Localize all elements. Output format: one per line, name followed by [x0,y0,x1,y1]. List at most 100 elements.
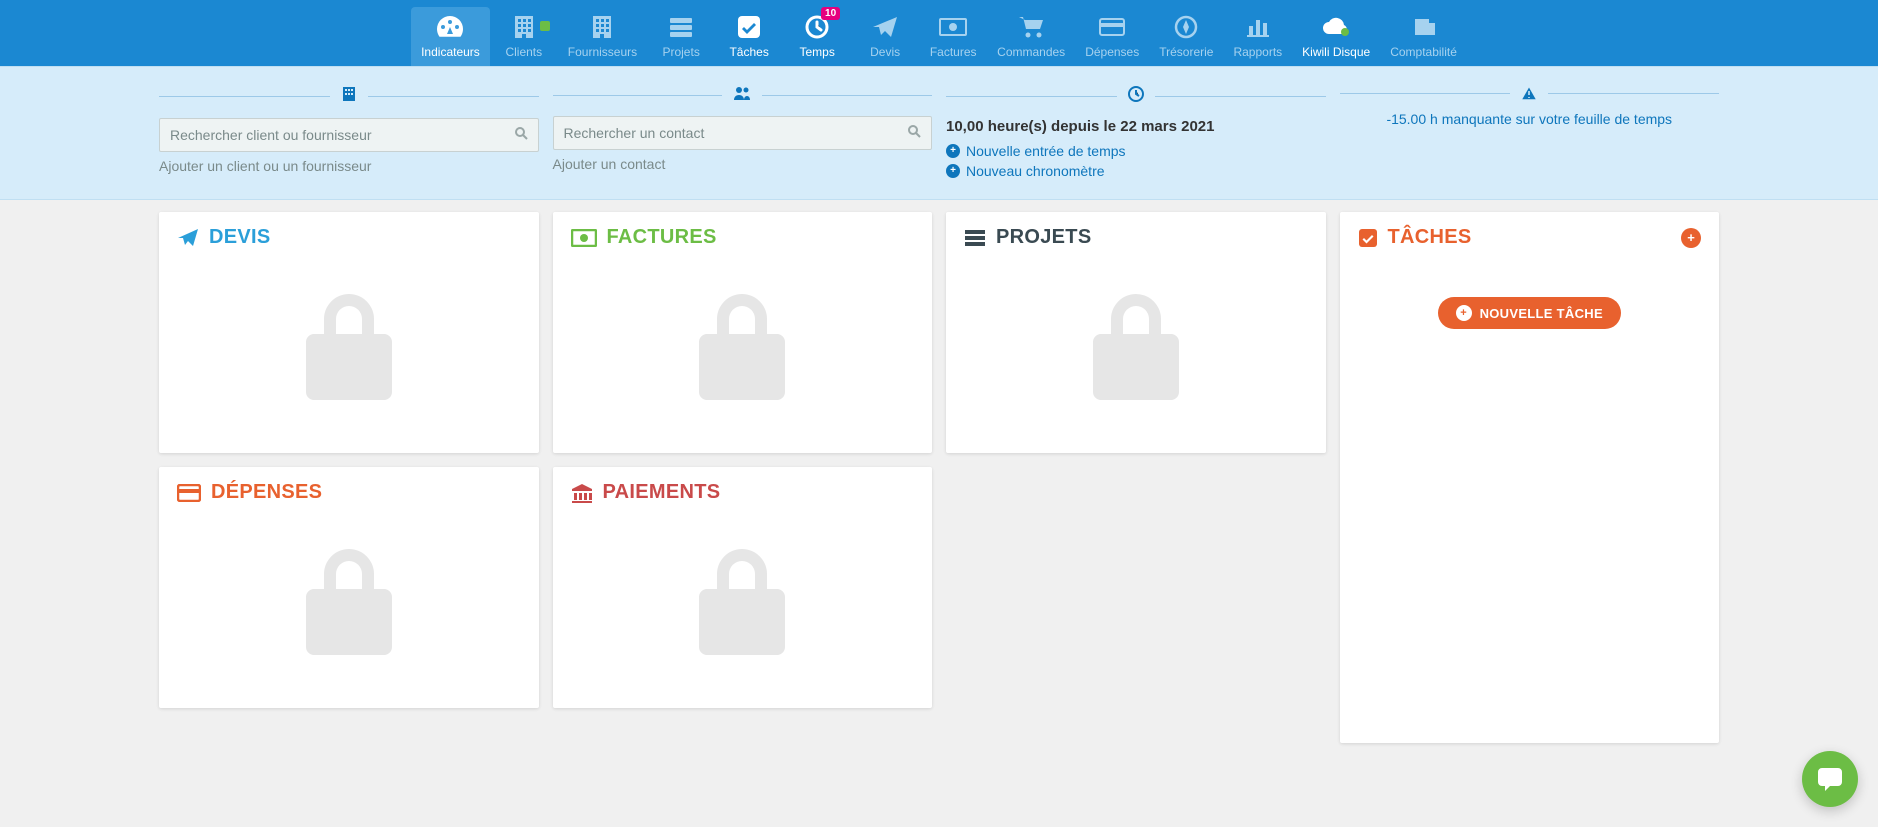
nav-label: Dépenses [1085,45,1139,59]
card-icon [177,484,201,502]
divider-line [368,96,539,97]
building-icon [330,85,368,108]
divider [159,85,539,108]
bank-icon [571,483,593,503]
nav-label: Fournisseurs [568,45,637,59]
card-title: TÂCHES [1388,226,1472,249]
list-icon [964,229,986,247]
users-icon [722,85,762,106]
card-head: PROJETS [964,226,1308,249]
new-time-entry-link[interactable]: + Nouvelle entrée de temps [946,143,1326,159]
nav-temps[interactable]: 10 Temps [783,7,851,66]
nav-projets[interactable]: Projets [647,7,715,66]
search-client-box[interactable] [159,118,539,152]
lock-icon [682,279,802,409]
divider-line [159,96,330,97]
nav-kiwili-disque[interactable]: Kiwili Disque [1292,7,1380,66]
secondary-bar: Ajouter un client ou un fournisseur Ajou… [0,66,1878,200]
card-taches: TÂCHES + + NOUVELLE TÂCHE [1340,212,1720,743]
lock-icon [289,279,409,409]
card-title: PAIEMENTS [603,481,721,504]
nav-label: Projets [662,45,699,59]
nav-label: Devis [870,45,900,59]
time-summary: 10,00 heure(s) depuis le 22 mars 2021 [946,118,1326,135]
chart-icon [1245,13,1271,41]
cloud-icon [1321,13,1351,41]
nav-label: Indicateurs [421,45,480,59]
sb-col-client: Ajouter un client ou un fournisseur [159,85,539,183]
building-icon [511,13,537,41]
search-icon [514,126,528,145]
search-contact-input[interactable] [564,125,908,141]
divider-line [1548,93,1719,94]
card-body: + NOUVELLE TÂCHE [1358,249,1702,729]
projects-icon [668,13,694,41]
link-label: Nouveau chronomètre [966,163,1105,179]
warning-icon [1510,85,1548,101]
badge: 10 [821,7,840,20]
new-timer-link[interactable]: + Nouveau chronomètre [946,163,1326,179]
card-body [964,249,1308,439]
nav-tresorerie[interactable]: Trésorerie [1149,7,1223,66]
nav-comptabilite[interactable]: Comptabilité [1380,7,1467,66]
money-icon [571,229,597,247]
add-client-link[interactable]: Ajouter un client ou un fournisseur [159,158,539,174]
warning-text[interactable]: -15.00 h manquante sur votre feuille de … [1340,111,1720,127]
top-nav-inner: Indicateurs Clients Fournisseurs Projets [411,7,1467,66]
nav-rapports[interactable]: Rapports [1223,7,1292,66]
card-head: DEVIS [177,226,521,249]
card-title: FACTURES [607,226,717,249]
nav-devis[interactable]: Devis [851,7,919,66]
lock-icon [682,534,802,664]
nav-label: Temps [799,45,834,59]
plus-icon: + [946,144,960,158]
chat-icon [1816,766,1844,792]
card-title: DEVIS [209,226,271,249]
card-paiements: PAIEMENTS [553,467,933,708]
link-label: Nouvelle entrée de temps [966,143,1126,159]
card-head: FACTURES [571,226,915,249]
nav-factures[interactable]: Factures [919,7,987,66]
nav-clients[interactable]: Clients [490,7,558,66]
nav-depenses[interactable]: Dépenses [1075,7,1149,66]
clock-icon [1117,85,1155,108]
nav-label: Rapports [1233,45,1282,59]
add-contact-link[interactable]: Ajouter un contact [553,156,933,172]
top-nav: Indicateurs Clients Fournisseurs Projets [0,0,1878,66]
nav-label: Clients [505,45,542,59]
check-icon [1358,228,1378,248]
lock-icon [1076,279,1196,409]
card-head: DÉPENSES [177,481,521,504]
compass-icon [1173,13,1199,41]
card-projets: PROJETS [946,212,1326,453]
divider-line [1340,93,1511,94]
nav-taches[interactable]: Tâches [715,7,783,66]
card-body [177,504,521,694]
nav-label: Factures [930,45,977,59]
divider-line [946,96,1117,97]
dash-col-1: DEVIS DÉPENSES [159,212,539,743]
nav-fournisseurs[interactable]: Fournisseurs [558,7,647,66]
divider-line [762,95,932,96]
card-title: PROJETS [996,226,1091,249]
chat-bubble[interactable] [1802,751,1858,807]
gauge-icon [435,13,465,41]
nav-commandes[interactable]: Commandes [987,7,1075,66]
card-depenses: DÉPENSES [159,467,539,708]
nav-indicateurs[interactable]: Indicateurs [411,7,490,66]
clock-icon: 10 [804,13,830,41]
lock-icon [289,534,409,664]
new-task-button[interactable]: + NOUVELLE TÂCHE [1438,297,1621,329]
send-icon [177,228,199,248]
dash-col-3: PROJETS [946,212,1326,743]
plus-icon: + [1456,305,1472,321]
card-body [571,249,915,439]
add-task-button[interactable]: + [1681,228,1701,248]
sb-col-contact: Ajouter un contact [553,85,933,183]
search-client-input[interactable] [170,127,514,143]
plus-icon: + [946,164,960,178]
dashboard: DEVIS DÉPENSES FACTURES [159,212,1719,743]
search-contact-box[interactable] [553,116,933,150]
card-icon [1098,13,1126,41]
card-factures: FACTURES [553,212,933,453]
